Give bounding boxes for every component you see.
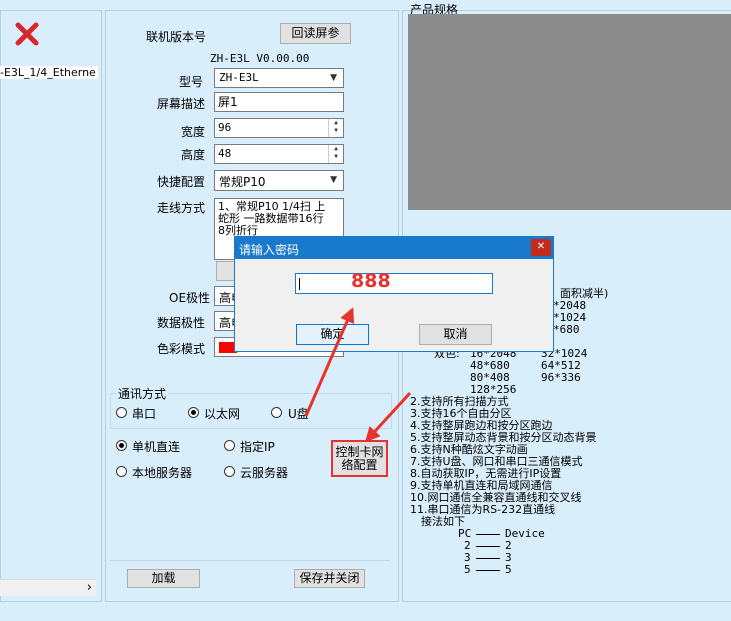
routing-label: 走线方式 — [157, 201, 206, 215]
conn-specified-ip-radio[interactable] — [224, 440, 235, 451]
conn-direct-label[interactable]: 单机直连 — [132, 438, 180, 455]
conn-specified-ip-label[interactable]: 指定IP — [240, 438, 275, 455]
pin-pc: 5 — [464, 563, 471, 576]
comm-usb-label[interactable]: U盘 — [288, 405, 309, 422]
dialog-title: 请输入密码 — [239, 243, 300, 257]
load-button[interactable]: 加载 — [127, 569, 200, 588]
model-label: 型号 — [179, 75, 204, 89]
height-label: 高度 — [181, 148, 206, 162]
ok-button[interactable]: 确定 — [296, 324, 369, 345]
conn-direct-radio[interactable] — [116, 440, 127, 451]
model-select-value: ZH-E3L — [219, 71, 259, 84]
tree-item[interactable]: -E3L_1/4_Etherne — [0, 66, 98, 79]
close-icon[interactable] — [14, 21, 40, 47]
read-params-button[interactable]: 回读屏参 — [280, 23, 351, 44]
chevron-down-icon: ▼ — [330, 175, 337, 185]
pin-wire — [476, 558, 500, 559]
conn-local-server-label[interactable]: 本地服务器 — [132, 464, 192, 481]
version-value: ZH-E3L V0.00.00 — [210, 52, 310, 65]
spec-dual-value: 96*336 — [541, 371, 581, 384]
oe-polarity-label: OE极性 — [169, 291, 211, 305]
save-close-button[interactable]: 保存并关闭 — [294, 569, 365, 588]
screen-desc-input[interactable]: 屏1 — [214, 92, 344, 112]
width-spinner[interactable]: ▲ ▼ — [328, 119, 343, 137]
screen-desc-label: 屏幕描述 — [157, 97, 206, 111]
network-config-line: 络配置 — [341, 458, 378, 472]
conn-cloud-server-label[interactable]: 云服务器 — [240, 464, 288, 481]
comm-serial-radio[interactable] — [116, 407, 127, 418]
height-spinner[interactable]: ▲ ▼ — [328, 145, 343, 163]
comm-usb-radio[interactable] — [271, 407, 282, 418]
product-image-placeholder — [408, 14, 731, 210]
pin-wire — [476, 546, 500, 547]
chevron-down-icon: ▼ — [330, 73, 337, 83]
password-value: 888 — [351, 270, 391, 292]
comm-ethernet-label[interactable]: 以太网 — [204, 405, 240, 422]
spec-partial-row: *680 — [553, 323, 580, 336]
conn-cloud-server-radio[interactable] — [224, 466, 235, 477]
bottom-divider — [110, 560, 390, 561]
pin-wire — [476, 534, 500, 535]
height-value: 48 — [218, 147, 232, 160]
width-value: 96 — [218, 121, 232, 134]
horizontal-scrollbar[interactable]: › — [0, 579, 96, 596]
quick-config-select[interactable]: 常规P10 ▼ — [214, 170, 344, 191]
dialog-titlebar[interactable]: 请输入密码 ✕ — [235, 237, 553, 259]
width-input[interactable]: 96 ▲ ▼ — [214, 118, 344, 138]
dialog-close-button[interactable]: ✕ — [531, 239, 551, 256]
scroll-right-arrow-icon[interactable]: › — [87, 580, 92, 595]
comm-group-label: 通讯方式 — [116, 385, 169, 402]
cancel-button[interactable]: 取消 — [419, 324, 492, 345]
color-mode-label: 色彩模式 — [157, 342, 206, 356]
pin-device: 5 — [505, 563, 512, 576]
close-icon: ✕ — [536, 241, 546, 252]
conn-local-server-radio[interactable] — [116, 466, 127, 477]
comm-serial-label[interactable]: 串口 — [132, 405, 156, 422]
pin-wire — [476, 570, 500, 571]
password-dialog: 请输入密码 ✕ 888 确定 取消 — [234, 236, 554, 352]
quick-config-value: 常规P10 — [219, 175, 266, 189]
comm-ethernet-radio[interactable] — [188, 407, 199, 418]
width-label: 宽度 — [181, 125, 206, 139]
version-label: 联机版本号 — [146, 30, 207, 44]
text-cursor — [299, 278, 300, 290]
password-input[interactable]: 888 — [295, 270, 493, 294]
network-config-button[interactable]: 控制卡网 络配置 — [331, 440, 388, 477]
routing-button[interactable] — [216, 261, 236, 281]
data-polarity-label: 数据极性 — [157, 316, 206, 330]
quick-config-label: 快捷配置 — [157, 175, 206, 189]
model-select[interactable]: ZH-E3L ▼ — [214, 68, 344, 88]
height-input[interactable]: 48 ▲ ▼ — [214, 144, 344, 164]
device-tree-panel — [0, 10, 102, 602]
